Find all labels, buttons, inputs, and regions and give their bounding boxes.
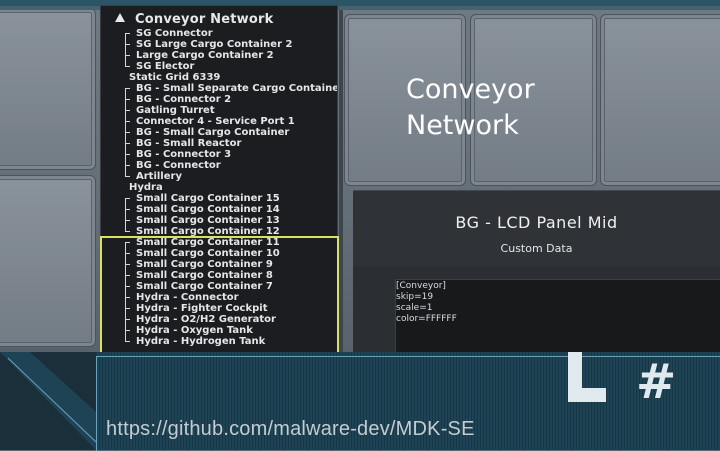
custom-data-textarea[interactable]: [Conveyor] skip=19 scale=1 color=FFFFFF [395, 279, 720, 358]
repo-url-link[interactable]: https://github.com/malware-dev/MDK-SE [106, 418, 475, 441]
list-item: Small Cargo Container 11 [136, 237, 280, 248]
lcd-list-title: Conveyor Network [135, 12, 274, 27]
tree-tick [125, 110, 130, 111]
banner-corner-bevel [0, 352, 96, 450]
tree-tick [125, 341, 130, 342]
tree-tick [125, 253, 130, 254]
tree-tick [125, 308, 130, 309]
list-item: Hydra - Hydrogen Tank [136, 336, 266, 347]
list-item: Small Cargo Container 14 [136, 204, 280, 215]
tree-tick [125, 220, 130, 221]
list-item: BG - Small Cargo Container [136, 127, 290, 138]
tree-connector [125, 33, 126, 66]
conveyor-network-label: Conveyor Network [406, 72, 535, 144]
list-item: Large Cargo Container 2 [136, 50, 274, 61]
list-item: Small Cargo Container 13 [136, 215, 280, 226]
list-item: BG - Small Separate Cargo Container [136, 83, 338, 94]
list-item: BG - Connector 2 [136, 94, 232, 105]
label-line-1: Conveyor [406, 74, 535, 105]
list-item: Connector 4 - Service Port 1 [136, 116, 295, 127]
tree-tick [125, 88, 130, 89]
wall-panel-left [0, 8, 96, 170]
custom-data-line: scale=1 [396, 303, 433, 313]
tree-tick [125, 176, 130, 177]
tree-tick [125, 132, 130, 133]
wall-panel-left-lower [0, 175, 96, 347]
list-item: BG - Connector 3 [136, 149, 232, 160]
tree-tick [125, 33, 130, 34]
wall-seam [339, 10, 343, 355]
lcd-panel-mid: BG - LCD Panel Mid Custom Data [Conveyor… [353, 190, 720, 358]
list-item: BG - Small Reactor [136, 138, 242, 149]
tree-tick [125, 99, 130, 100]
tree-tick [125, 143, 130, 144]
list-item: Static Grid 6339 [129, 72, 221, 83]
list-item: Hydra - Connector [136, 292, 239, 303]
tree-tick [125, 330, 130, 331]
wall-panel-far-right [600, 14, 720, 186]
custom-data-line: color=FFFFFF [396, 314, 457, 324]
list-item: Small Cargo Container 9 [136, 259, 273, 270]
custom-data-line: skip=19 [396, 292, 434, 302]
tree-tick [125, 198, 130, 199]
svg-text:#: # [636, 354, 676, 408]
network-triangle-icon [115, 13, 125, 22]
tree-tick [125, 121, 130, 122]
list-item: Small Cargo Container 7 [136, 281, 273, 292]
tree-tick [125, 209, 130, 210]
tree-tick [125, 165, 130, 166]
list-item: Small Cargo Container 15 [136, 193, 280, 204]
lcd-panel-subtitle: Custom Data [500, 242, 573, 255]
label-line-2: Network [406, 110, 519, 141]
tree-tick [125, 286, 130, 287]
tree-tick [125, 275, 130, 276]
tree-tick [125, 242, 130, 243]
list-item: Hydra - Fighter Cockpit [136, 303, 268, 314]
list-item: SG Connector [136, 28, 213, 39]
list-item: SG Elector [136, 61, 195, 72]
tree-tick [125, 66, 130, 67]
custom-data-line: [Conveyor] [396, 281, 446, 291]
tree-tick [125, 44, 130, 45]
list-item: Small Cargo Container 12 [136, 226, 280, 237]
list-item: Artillery [136, 171, 182, 182]
tree-tick [125, 231, 130, 232]
list-item: Hydra - Oxygen Tank [136, 325, 253, 336]
list-item: Small Cargo Container 8 [136, 270, 273, 281]
tree-connector [125, 198, 126, 231]
lcd-panel-title: BG - LCD Panel Mid [455, 213, 618, 232]
tree-tick [125, 264, 130, 265]
list-item: BG - Connector [136, 160, 221, 171]
conveyor-network-lcd: Conveyor Network SG Connector SG Large Ca… [100, 5, 338, 357]
tree-tick [125, 55, 130, 56]
tree-connector [125, 242, 126, 341]
list-item: Hydra - O2/H2 Generator [136, 314, 276, 325]
tree-tick [125, 319, 130, 320]
list-item: Gatling Turret [136, 105, 215, 116]
mdk-logo-icon: # [568, 352, 676, 408]
tree-tick [125, 297, 130, 298]
list-item: Small Cargo Container 10 [136, 248, 280, 259]
list-item: SG Large Cargo Container 2 [136, 39, 293, 50]
list-item: Hydra [129, 182, 163, 193]
tree-tick [125, 154, 130, 155]
